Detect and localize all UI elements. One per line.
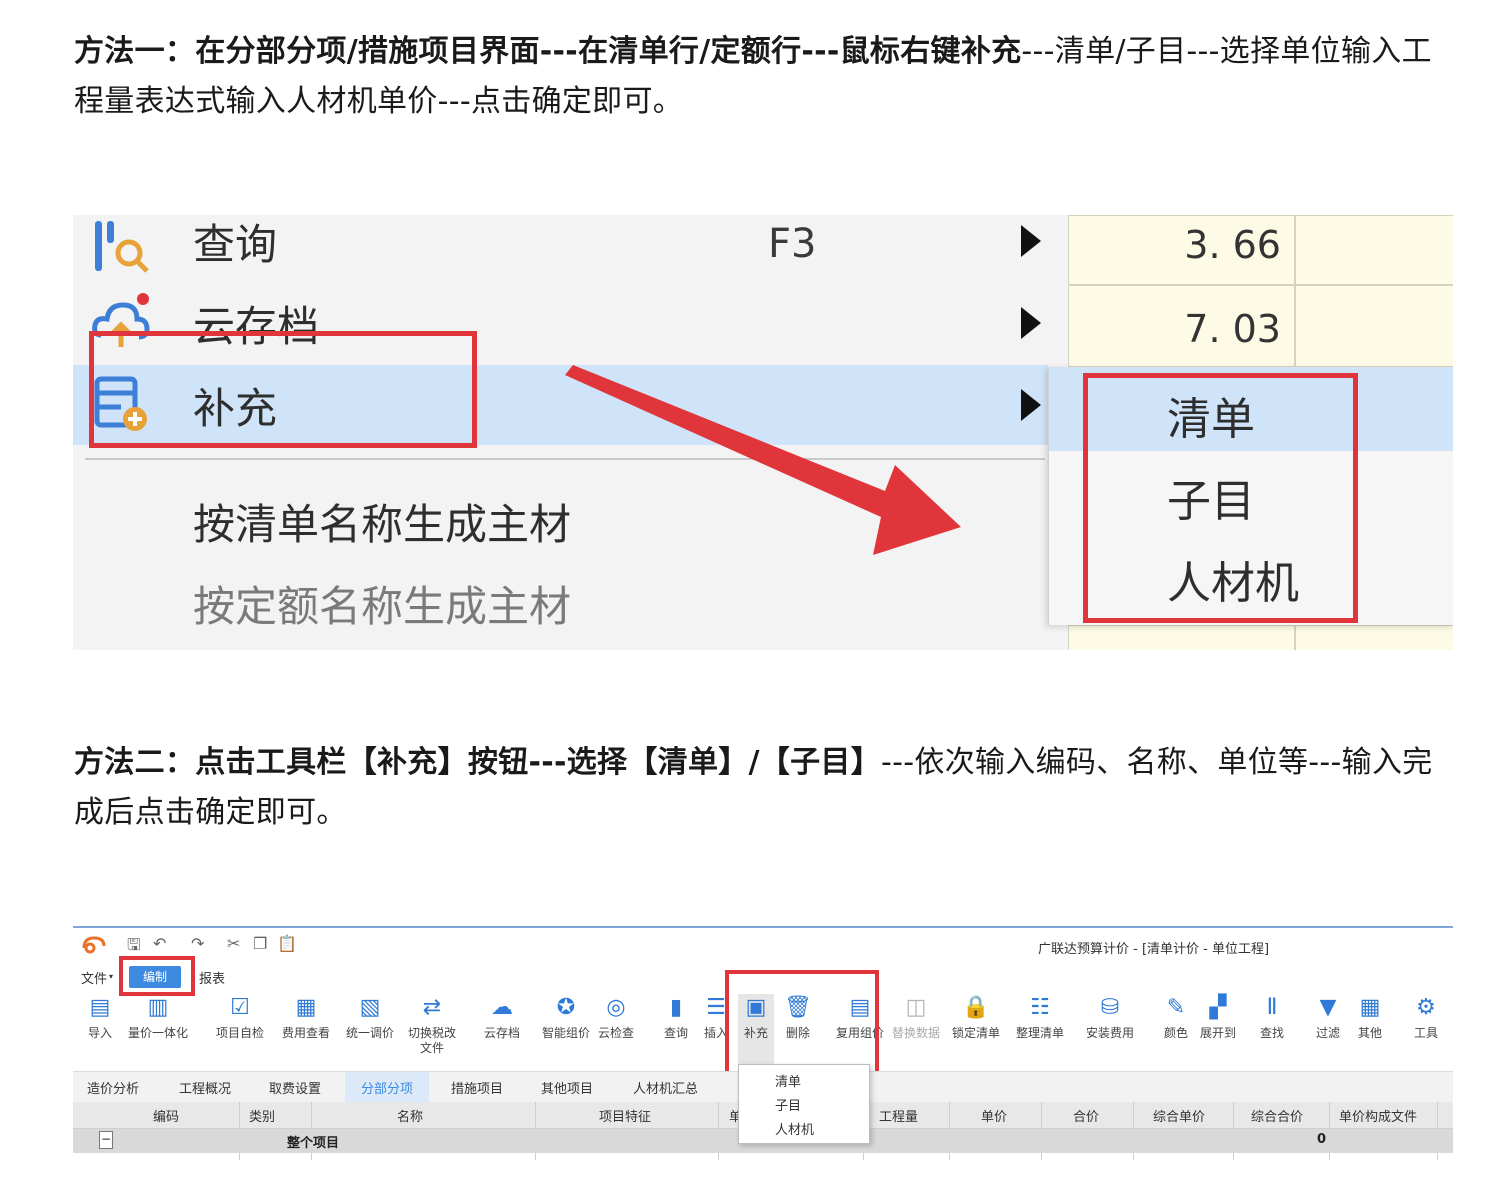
menu-report[interactable]: 报表 [199, 968, 225, 987]
context-menu-screenshot: 3. 66 7. 03 查询 云存档 补充 按清单名称生成主材 按定额名称生成主… [73, 215, 1453, 650]
row-value: 0 [1317, 1132, 1327, 1147]
method-two-bold: 方法二：点击工具栏【补充】按钮---选择【清单】/【子目】 [74, 745, 882, 780]
tab-fee-settings[interactable]: 取费设置 [269, 1078, 321, 1097]
toolbar-button-fee-view[interactable]: ▦ 费用查看 [271, 994, 341, 1066]
smart-price-icon: ✪ [556, 995, 576, 1020]
toolbar-button-lock[interactable]: 🔒 锁定清单 [941, 994, 1011, 1066]
col-comprehensive-unit-price: 综合单价 [1153, 1110, 1206, 1125]
toolbar-label: 费用查看 [281, 1026, 330, 1040]
copy-icon[interactable]: ❐ [253, 934, 267, 953]
tab-project-overview[interactable]: 工程概况 [179, 1078, 231, 1097]
dropdown-item-subitem[interactable]: 子目 [775, 1095, 801, 1114]
tab-labor-material-summary[interactable]: 人材机汇总 [633, 1078, 698, 1097]
annotation-box-edit-menu [119, 956, 195, 996]
tab-measure-items[interactable]: 措施项目 [451, 1078, 503, 1097]
col-name: 名称 [397, 1110, 424, 1125]
method-one-text: 方法一：在分部分项/措施项目界面---在清单行/定额行---鼠标右键补充---清… [74, 27, 1454, 127]
col-quantity: 工程量 [879, 1110, 919, 1125]
toolbar-label: 云存档 [483, 1026, 520, 1040]
menu-file[interactable]: 文件 [81, 968, 107, 987]
replace-data-icon: ◫ [905, 995, 927, 1020]
find-icon: Ⅱ [1266, 995, 1278, 1020]
tab-cost-analysis[interactable]: 造价分析 [87, 1078, 139, 1097]
col-feature: 项目特征 [599, 1110, 652, 1125]
toolbar-button-cloud-save[interactable]: ☁ 云存档 [467, 994, 537, 1066]
method-one-bold: 方法一：在分部分项/措施项目界面---在清单行/定额行---鼠标右键补充 [74, 34, 1022, 69]
cut-icon[interactable]: ✂ [227, 934, 240, 953]
cloud-check-icon: ◎ [606, 995, 626, 1020]
toolbar-button-tax-switch[interactable]: ⇄ 切换税改 文件 [397, 994, 467, 1066]
toolbar-screenshot: 🖫 ↶ ↷ ✂ ❐ 📋 广联达预算计价 - [清单计价 - 单位工程] 文件 ▾… [73, 926, 1453, 1160]
lock-icon: 🔒 [962, 995, 990, 1020]
install-fee-icon: ⛁ [1100, 995, 1120, 1020]
other-icon: ▦ [1359, 995, 1381, 1020]
self-check-icon: ☑ [230, 995, 250, 1020]
price-adjust-icon: ▧ [359, 995, 381, 1020]
toolbar-label: 整理清单 [1015, 1026, 1064, 1040]
toolbar-label: 量价一体化 [127, 1026, 188, 1040]
col-price-composition-file: 单价构成文件 [1339, 1110, 1418, 1125]
col-total-price: 合价 [1073, 1110, 1100, 1125]
toolbar-button-install-fee[interactable]: ⛁ 安装费用 [1075, 994, 1145, 1066]
toolbar-button-tools[interactable]: ⚙ 工具 [1391, 994, 1453, 1066]
row-expander-icon[interactable]: − [99, 1131, 113, 1149]
menu-file-arrow-icon: ▾ [109, 972, 114, 981]
paste-icon[interactable]: 📋 [277, 934, 297, 953]
dropdown-item-labor-material[interactable]: 人材机 [775, 1119, 814, 1138]
tab-other-items[interactable]: 其他项目 [541, 1078, 593, 1097]
annotation-arrow-icon [565, 365, 961, 555]
window-title: 广联达预算计价 - [清单计价 - 单位工程] [1038, 942, 1270, 957]
supplement-dropdown: 清单 子目 人材机 [738, 1064, 870, 1144]
redo-icon[interactable]: ↷ [191, 934, 204, 953]
col-code: 编码 [153, 1110, 180, 1125]
toolbar-button-integration[interactable]: ▥ 量价一体化 [123, 994, 193, 1066]
integration-icon: ▥ [147, 995, 169, 1020]
method-two-text: 方法二：点击工具栏【补充】按钮---选择【清单】/【子目】---依次输入编码、名… [74, 738, 1454, 838]
cloud-save-icon: ☁ [491, 995, 513, 1020]
tax-switch-icon: ⇄ [422, 995, 442, 1020]
fee-view-icon: ▦ [295, 995, 317, 1020]
import-icon: ▤ [89, 995, 111, 1020]
col-comprehensive-total: 综合合价 [1251, 1110, 1304, 1125]
toolbar-label: 安装费用 [1085, 1026, 1134, 1040]
dropdown-item-list[interactable]: 清单 [775, 1071, 801, 1090]
col-category: 类别 [249, 1110, 276, 1125]
tools-icon: ⚙ [1416, 995, 1436, 1020]
toolbar-label: 切换税改 文件 [407, 1026, 456, 1055]
toolbar-button-self-check[interactable]: ☑ 项目自检 [205, 994, 275, 1066]
row-name: 整个项目 [287, 1136, 340, 1151]
toolbar-label: 统一调价 [345, 1026, 394, 1040]
col-unit-price: 单价 [981, 1110, 1008, 1125]
tab-sub-items[interactable]: 分部分项 [361, 1078, 413, 1097]
toolbar-label: 锁定清单 [951, 1026, 1000, 1040]
toolbar-label: 工具 [1413, 1026, 1438, 1040]
toolbar-label: 项目自检 [215, 1026, 264, 1040]
toolbar-button-organize-list[interactable]: ☷ 整理清单 [1005, 994, 1075, 1066]
organize-list-icon: ☷ [1030, 995, 1050, 1020]
app-logo-icon [82, 936, 106, 954]
toolbar-button-price-adjust[interactable]: ▧ 统一调价 [335, 994, 405, 1066]
undo-icon[interactable]: ↶ [153, 934, 166, 953]
expand-icon: ▞ [1209, 995, 1227, 1020]
